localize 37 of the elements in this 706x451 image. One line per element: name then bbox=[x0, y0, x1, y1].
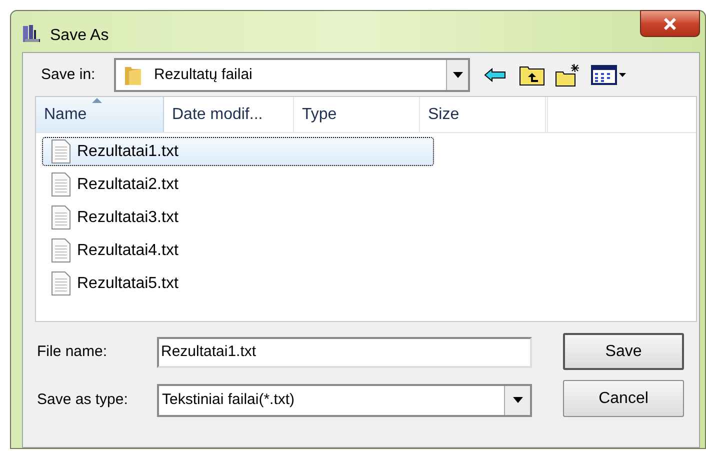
cancel-button[interactable]: Cancel bbox=[563, 380, 684, 417]
app-icon bbox=[22, 24, 42, 44]
text-file-icon bbox=[51, 172, 71, 197]
folder-icon bbox=[124, 64, 142, 86]
folder-up-icon[interactable] bbox=[519, 64, 545, 86]
caret-icon bbox=[512, 397, 522, 403]
file-row[interactable]: Rezultatai4.txt bbox=[42, 236, 434, 265]
close-icon bbox=[663, 18, 677, 30]
text-file-icon bbox=[51, 205, 71, 230]
save-in-value: Rezultatų failai bbox=[154, 64, 254, 85]
back-arrow-icon[interactable] bbox=[484, 68, 506, 82]
text-file-icon bbox=[51, 238, 71, 263]
dropdown-arrow-button[interactable] bbox=[504, 386, 530, 414]
column-header[interactable]: Date modif... bbox=[164, 97, 294, 132]
file-row[interactable]: Rezultatai3.txt bbox=[42, 203, 434, 232]
save-button[interactable]: Save bbox=[563, 333, 684, 370]
save-in-dropdown[interactable]: Rezultatų failai bbox=[114, 58, 470, 92]
save-as-type-label: Save as type: bbox=[37, 390, 129, 410]
caret-icon bbox=[452, 72, 462, 78]
sort-arrow-icon bbox=[92, 98, 102, 103]
file-row[interactable]: Rezultatai1.txt bbox=[42, 137, 434, 166]
dropdown-arrow-button[interactable] bbox=[446, 60, 468, 90]
window-title: Save As bbox=[50, 26, 109, 46]
close-button[interactable] bbox=[640, 10, 700, 37]
text-file-icon bbox=[51, 139, 71, 164]
new-folder-icon[interactable] bbox=[555, 63, 581, 87]
column-header[interactable]: Type bbox=[294, 97, 420, 132]
save-as-type-dropdown[interactable]: Tekstiniai failai(*.txt) bbox=[157, 384, 532, 416]
file-name-field[interactable]: Rezultatai1.txt bbox=[157, 336, 532, 368]
file-row[interactable]: Rezultatai2.txt bbox=[42, 170, 434, 199]
view-menu-icon[interactable] bbox=[591, 65, 627, 85]
column-header[interactable]: Size bbox=[420, 97, 546, 132]
text-file-icon bbox=[51, 271, 71, 296]
file-name-label: File name: bbox=[37, 342, 108, 362]
column-header[interactable]: Name bbox=[36, 97, 164, 132]
file-row[interactable]: Rezultatai5.txt bbox=[42, 269, 434, 298]
save-in-label: Save in: bbox=[41, 64, 96, 85]
